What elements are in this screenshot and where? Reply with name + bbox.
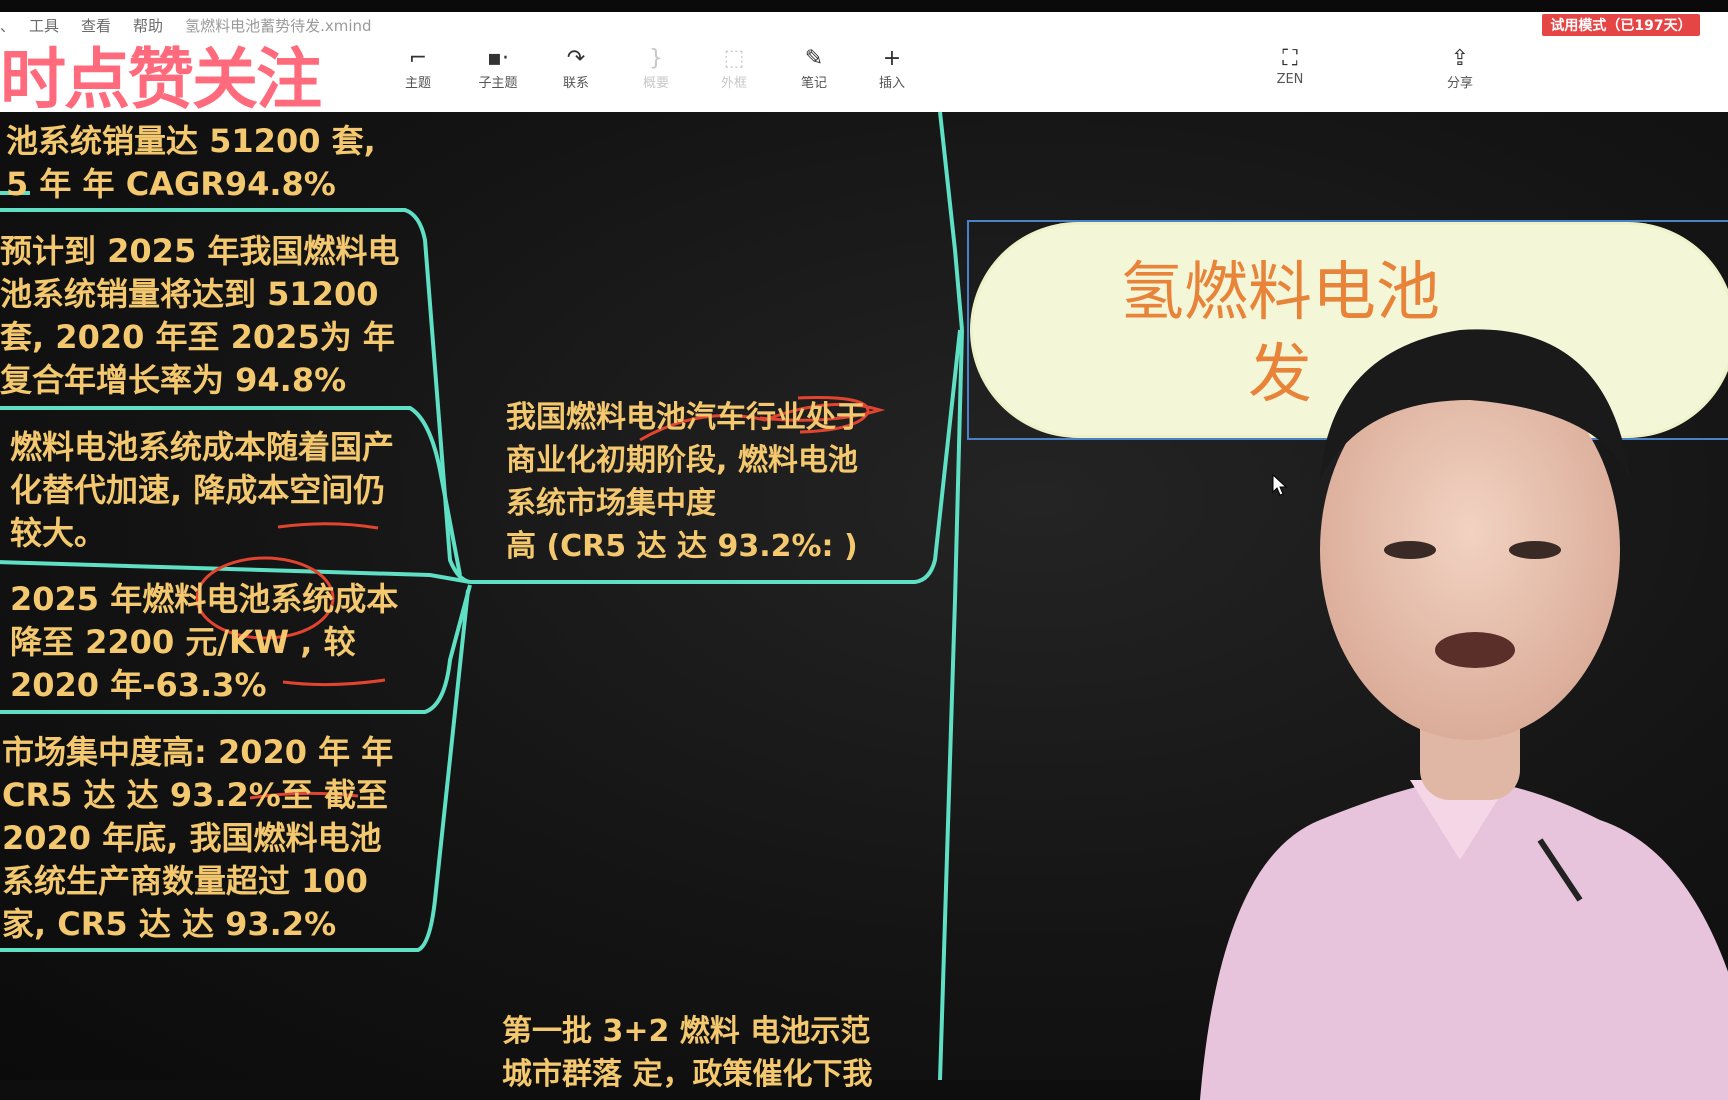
- node-4-line: 2020 年-63.3%: [10, 666, 267, 704]
- node-4-line: 2025 年燃料电池系统成本: [10, 580, 399, 618]
- mid-node-line: 高 (CR5 达 达 93.2%: ): [506, 529, 858, 564]
- presenter-mouth: [1435, 632, 1515, 668]
- connector-top: [938, 111, 964, 331]
- node-3-line: 化替代加速, 降成本空间仍: [10, 471, 386, 509]
- node-1-line: 5 年 年 CAGR94.8%: [6, 165, 336, 203]
- presenter-eye-right: [1509, 541, 1561, 559]
- node-5-line: 市场集中度高: 2020 年 年: [2, 733, 394, 771]
- mid-node-line: 我国燃料电池汽车行业处于: [506, 400, 866, 435]
- node-5-line: 2020 年底, 我国燃料电池: [2, 819, 382, 857]
- mid-node[interactable]: 我国燃料电池汽车行业处于 商业化初期阶段, 燃料电池 系统市场集中度 高 (CR…: [506, 396, 866, 568]
- node-3-line: 较大。: [10, 514, 107, 552]
- bottom-node-line: 第一批 3+2 燃料 电池示范: [502, 1014, 871, 1049]
- node-1-line: 池系统销量达 51200 套,: [6, 122, 376, 160]
- node-2[interactable]: 预计到 2025 年我国燃料电 池系统销量将达到 51200 套, 2020 年…: [0, 230, 399, 402]
- node-5[interactable]: 市场集中度高: 2020 年 年 CR5 达 达 93.2%至 截至 2020 …: [2, 731, 393, 946]
- node-2-line: 池系统销量将达到 51200: [0, 275, 379, 313]
- presenter-image: [1200, 329, 1728, 1100]
- mid-node-line: 商业化初期阶段, 燃料电池: [506, 443, 858, 478]
- presenter-eye-left: [1384, 541, 1436, 559]
- node-4-line: 降至 2200 元/KW , 较: [10, 623, 356, 661]
- node-3-line: 燃料电池系统成本随着国产: [10, 428, 395, 466]
- node-1[interactable]: 池系统销量达 51200 套, 5 年 年 CAGR94.8%: [6, 120, 376, 206]
- node-5-line: CR5 达 达 93.2%至 截至: [2, 776, 388, 814]
- node-2-line: 复合年增长率为 94.8%: [0, 361, 347, 399]
- promo-overlay: 时点赞关注: [0, 41, 322, 118]
- mid-node-line: 系统市场集中度: [506, 486, 716, 521]
- node-2-line: 套, 2020 年至 2025为 年: [0, 318, 395, 356]
- node-5-line: 家, CR5 达 达 93.2%: [2, 905, 337, 943]
- node-5-line: 系统生产商数量超过 100: [2, 862, 368, 900]
- bottom-node-line: 城市群落 定，政策催化下我: [502, 1057, 873, 1092]
- connector-bottom: [938, 329, 964, 1080]
- node-2-line: 预计到 2025 年我国燃料电: [0, 232, 400, 270]
- bottom-node[interactable]: 第一批 3+2 燃料 电池示范 城市群落 定，政策催化下我: [502, 1010, 872, 1096]
- node-3[interactable]: 燃料电池系统成本随着国产 化替代加速, 降成本空间仍 较大。: [10, 426, 394, 555]
- node-4[interactable]: 2025 年燃料电池系统成本 降至 2200 元/KW , 较 2020 年-6…: [10, 578, 398, 707]
- mouse-cursor-icon: [1272, 474, 1288, 496]
